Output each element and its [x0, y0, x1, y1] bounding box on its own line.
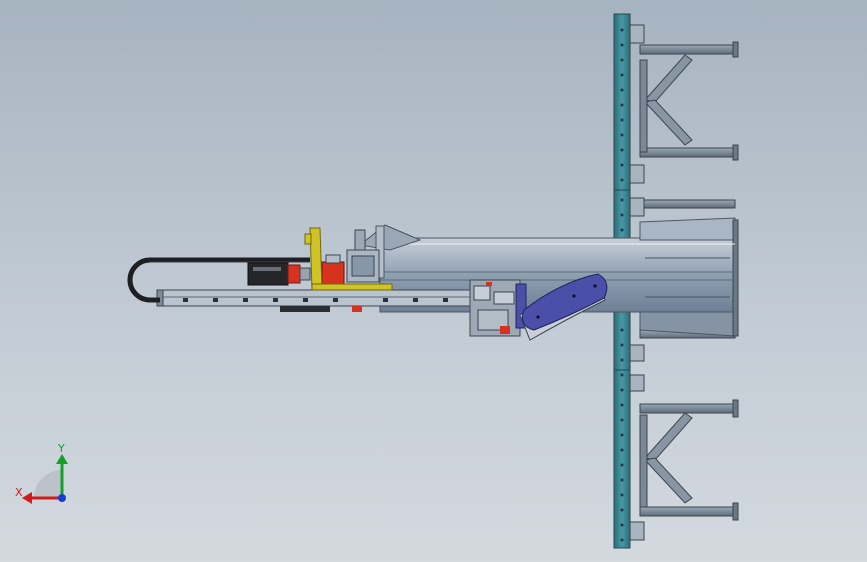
y-axis-label: Y — [57, 442, 65, 455]
z-axis-dot — [58, 494, 66, 502]
support-frame-upper — [627, 24, 739, 184]
cad-viewport[interactable]: Y X — [0, 0, 867, 562]
x-axis-label: X — [15, 486, 23, 499]
gearbox — [321, 254, 345, 285]
coordinate-triad: Y X — [12, 440, 82, 510]
servo-motor — [247, 262, 311, 286]
y-arrow-head — [56, 454, 68, 464]
x-arrow-head — [22, 492, 32, 504]
support-frame-lower — [627, 374, 739, 541]
gantry-robot-model[interactable] — [0, 0, 867, 562]
triad-plane — [34, 470, 62, 498]
